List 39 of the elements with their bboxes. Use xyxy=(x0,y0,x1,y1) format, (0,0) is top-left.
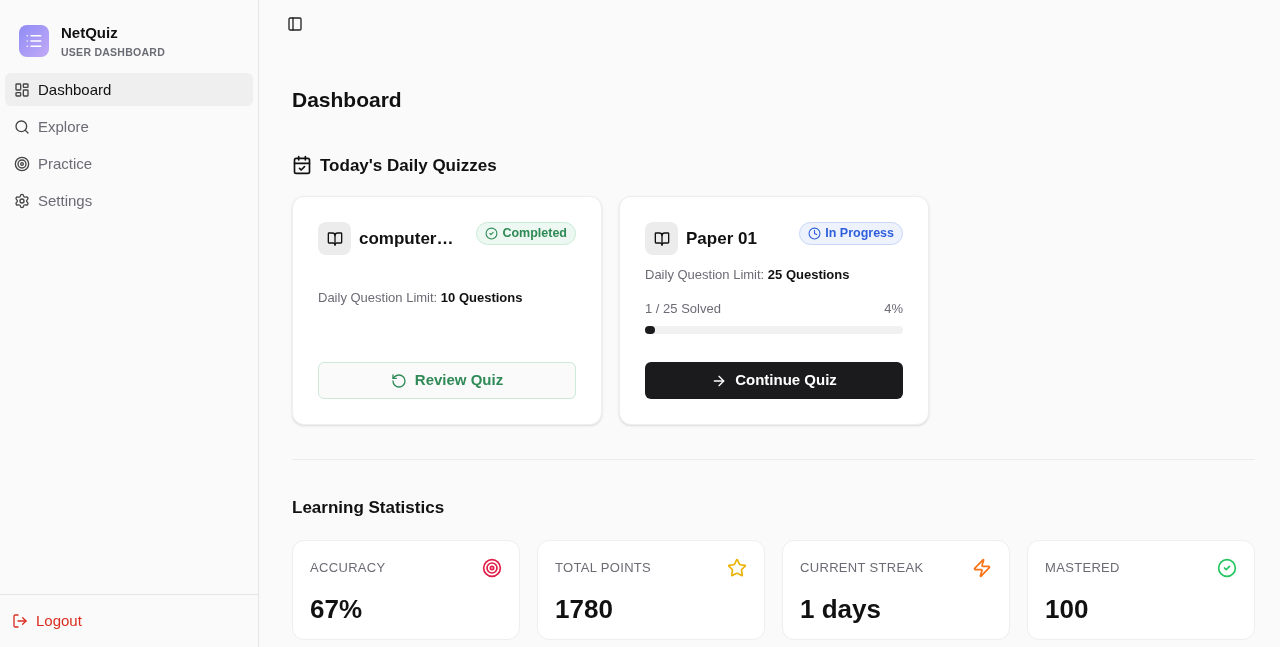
question-limit-text: Daily Question Limit: 25 Questions xyxy=(645,266,851,284)
logout-link[interactable]: Logout xyxy=(12,609,246,632)
calendar-check-icon xyxy=(292,155,312,176)
rotate-icon xyxy=(390,372,407,389)
section-title: Learning Statistics xyxy=(292,497,446,519)
logout-icon xyxy=(12,612,28,629)
logo-icon xyxy=(19,25,49,58)
page-title: Dashboard xyxy=(292,87,403,113)
nav-item[interactable]: Explore xyxy=(5,110,253,144)
progress-percent: 4% xyxy=(884,299,903,318)
stat-label: TOTAL POINTS xyxy=(555,558,652,577)
book-icon xyxy=(645,222,678,255)
stat-label: MASTERED xyxy=(1045,558,1120,577)
dashboard-icon xyxy=(14,81,30,98)
target-icon xyxy=(14,155,30,172)
section-title: Today's Daily Quizzes xyxy=(320,154,497,177)
search-icon xyxy=(14,118,30,135)
settings-icon xyxy=(14,192,30,209)
status-badge: Completed xyxy=(476,222,576,245)
sidebar-toggle-icon[interactable] xyxy=(287,15,303,32)
nav-item[interactable]: Settings xyxy=(5,184,253,218)
quiz-title: Paper 01 xyxy=(686,227,757,250)
continue-quiz-button[interactable]: Continue Quiz xyxy=(645,362,903,399)
book-icon xyxy=(318,222,351,255)
question-limit-text: Daily Question Limit: 10 Questions xyxy=(318,289,524,307)
app-name: NetQuiz xyxy=(61,23,119,43)
nav-item[interactable]: Practice xyxy=(5,147,253,181)
stat-label: ACCURACY xyxy=(310,558,386,577)
quiz-title: computer… xyxy=(359,227,454,250)
nav-item[interactable]: Dashboard xyxy=(5,73,253,107)
stat-value: 1 days xyxy=(800,592,882,626)
stat-value: 67% xyxy=(310,592,364,626)
status-badge: In Progress xyxy=(799,222,903,245)
progress-label: 1 / 25 Solved xyxy=(645,299,721,318)
stat-value: 1780 xyxy=(555,592,614,626)
stat-value: 100 xyxy=(1045,592,1090,626)
review-quiz-button[interactable]: Review Quiz xyxy=(318,362,576,399)
app-subtitle: USER DASHBOARD xyxy=(61,44,165,60)
stat-label: CURRENT STREAK xyxy=(800,558,924,577)
